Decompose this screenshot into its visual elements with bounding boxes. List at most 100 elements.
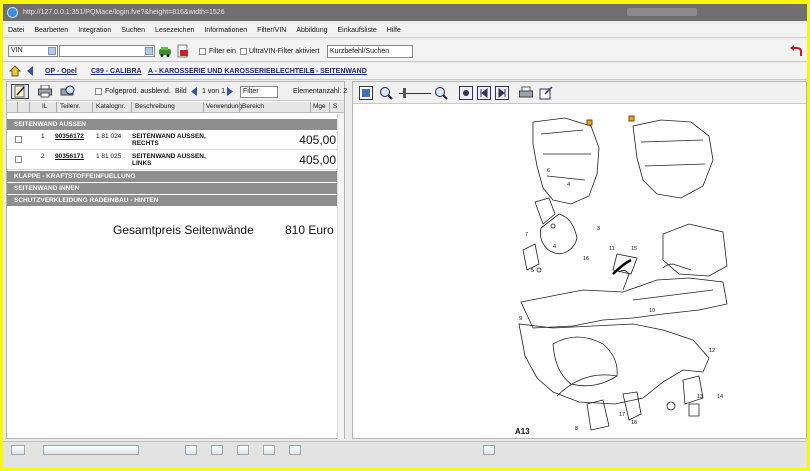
- row-catalog-number: 1 81 024: [96, 133, 122, 140]
- ultravin-checkbox[interactable]: [240, 48, 247, 55]
- menu-bar: Datei Bearbeiten Integration Suchen Lese…: [3, 24, 807, 38]
- menu-lesezeichen[interactable]: Lesezeichen: [150, 27, 199, 34]
- menu-informationen[interactable]: Informationen: [199, 27, 252, 34]
- menu-einkaufsliste[interactable]: Einkaufsliste: [332, 27, 381, 34]
- settings-icon[interactable]: [289, 445, 301, 455]
- car-search-icon[interactable]: [158, 44, 172, 58]
- image-prev-icon[interactable]: [477, 86, 491, 100]
- callout-18[interactable]: 18: [631, 420, 637, 426]
- group-klappe[interactable]: KLAPPE - KRAFTSTOFFEINFUELLUNG: [7, 171, 344, 182]
- menu-integration[interactable]: Integration: [73, 27, 116, 34]
- address-url[interactable]: http://127.0.0.1:351/PQMace/login.fve?&h…: [23, 9, 225, 16]
- callout-15[interactable]: 15: [631, 246, 637, 252]
- col-mge[interactable]: Mge: [313, 103, 326, 110]
- vin-select-value: VIN: [11, 47, 23, 54]
- globe-icon: [7, 7, 18, 18]
- folgeprod-checkbox[interactable]: [95, 88, 102, 95]
- col-katalognr[interactable]: Katalognr.: [96, 103, 125, 110]
- menu-filter-vin[interactable]: Filter/VIN: [252, 27, 291, 34]
- ultravin-label: UltraVIN-Filter aktiviert: [249, 48, 320, 55]
- callout-14[interactable]: 14: [717, 394, 723, 400]
- zoom-in-icon[interactable]: [434, 86, 448, 100]
- callout-12[interactable]: 12: [709, 348, 715, 354]
- print-preview-icon[interactable]: [60, 85, 76, 98]
- col-beschreibung[interactable]: Beschreibung: [135, 103, 175, 110]
- callout-11[interactable]: 11: [609, 246, 615, 252]
- document-icon[interactable]: [237, 445, 249, 455]
- grid-icon[interactable]: [211, 445, 223, 455]
- filter-checkbox[interactable]: [199, 48, 206, 55]
- pdf-document-icon[interactable]: [176, 44, 190, 58]
- group-seitenwand-innen[interactable]: SEITENWAND INNEN: [7, 183, 344, 194]
- row-checkbox[interactable]: [15, 156, 22, 163]
- group-seitenwand-aussen[interactable]: SEITENWAND AUSSEN: [7, 119, 344, 130]
- col-separator: [131, 102, 132, 113]
- callout-7[interactable]: 7: [525, 232, 528, 238]
- callout-9[interactable]: 9: [519, 316, 522, 322]
- callout-6[interactable]: 6: [547, 168, 550, 174]
- back-arrow-icon[interactable]: [789, 44, 803, 58]
- chevron-down-icon: [48, 47, 56, 55]
- zoom-out-icon[interactable]: [379, 86, 393, 100]
- printer-icon[interactable]: [38, 85, 52, 98]
- breadcrumb-calibra[interactable]: C89 - CALIBRA: [91, 68, 142, 75]
- callout-4[interactable]: 4: [567, 182, 570, 188]
- callout-8[interactable]: 8: [575, 426, 578, 432]
- info-icon[interactable]: [263, 445, 275, 455]
- image-next-icon[interactable]: [495, 86, 509, 100]
- row-description-line1: SEITENWAND AUSSEN,: [132, 133, 206, 140]
- col-teilenr[interactable]: Teilenr.: [60, 103, 81, 110]
- list-icon[interactable]: [185, 445, 197, 455]
- callout-marker-1[interactable]: [586, 119, 593, 126]
- zoom-slider-handle[interactable]: [403, 88, 406, 98]
- col-bereich[interactable]: Bereich: [242, 103, 264, 110]
- chevron-down-icon: [145, 47, 153, 55]
- callout-17[interactable]: 17: [619, 412, 625, 418]
- callout-13[interactable]: 13: [697, 394, 703, 400]
- col-il[interactable]: IL: [42, 103, 47, 110]
- col-separator: [29, 102, 30, 113]
- col-separator: [92, 102, 93, 113]
- breadcrumb-opel[interactable]: OP - Opel: [45, 68, 77, 75]
- triangle-left-icon[interactable]: [26, 66, 34, 76]
- col-s[interactable]: S: [333, 103, 337, 110]
- vin-select[interactable]: VIN: [8, 45, 58, 57]
- next-page-icon[interactable]: [227, 87, 233, 96]
- menu-datei[interactable]: Datei: [3, 27, 29, 34]
- previous-page-icon[interactable]: [191, 87, 197, 96]
- vin-input[interactable]: [59, 45, 155, 57]
- home-icon[interactable]: [9, 65, 21, 77]
- row-part-number[interactable]: 90356172: [55, 133, 84, 140]
- menu-hilfe[interactable]: Hilfe: [382, 27, 406, 34]
- fit-window-icon[interactable]: [359, 86, 373, 100]
- group-schutzverkleidung[interactable]: SCHUTZVERKLEIDUNG RADEINBAU - HINTEN: [7, 195, 344, 206]
- table-row[interactable]: 2 90356171 1 81 025 SEITENWAND AUSSEN, L…: [7, 150, 344, 170]
- exploded-parts-diagram[interactable]: 6 4 3 7 4 5 11 16 15 9 10 12 17 18 13 14…: [513, 114, 753, 438]
- callout-4b[interactable]: 4: [553, 244, 556, 250]
- callout-3[interactable]: 3: [597, 226, 600, 232]
- row-part-number[interactable]: 90356171: [55, 153, 84, 160]
- callout-5[interactable]: 5: [531, 268, 534, 274]
- refresh-icon[interactable]: [483, 445, 495, 455]
- row-checkbox[interactable]: [15, 136, 22, 143]
- table-row[interactable]: 1 90356172 1 81 024 SEITENWAND AUSSEN, R…: [7, 130, 344, 150]
- breadcrumb-karosserie[interactable]: A - KAROSSERIE UND KAROSSERIEBLECHTEILE: [148, 68, 315, 75]
- filter-input[interactable]: Filter: [240, 86, 278, 98]
- export-icon[interactable]: [539, 86, 553, 100]
- parts-scrollbar[interactable]: [337, 113, 344, 439]
- menu-suchen[interactable]: Suchen: [116, 27, 150, 34]
- callout-16[interactable]: 16: [583, 256, 589, 262]
- callout-10[interactable]: 10: [649, 308, 655, 314]
- callout-marker-2[interactable]: [628, 115, 635, 122]
- menu-bearbeiten[interactable]: Bearbeiten: [29, 27, 73, 34]
- col-verwendung[interactable]: Verwendung: [206, 103, 242, 110]
- col-separator: [17, 102, 18, 113]
- pan-icon[interactable]: [459, 86, 473, 100]
- breadcrumb-seitenwand[interactable]: 6 - SEITENWAND: [310, 68, 367, 75]
- printer-icon[interactable]: [519, 86, 533, 100]
- menu-abbildung[interactable]: Abbildung: [291, 27, 332, 34]
- notepad-edit-icon[interactable]: [11, 84, 29, 99]
- basket-icon[interactable]: [11, 445, 25, 455]
- search-input[interactable]: Kurzbefehl/Suchen: [327, 45, 413, 58]
- filter-label: Filter ein: [209, 48, 236, 55]
